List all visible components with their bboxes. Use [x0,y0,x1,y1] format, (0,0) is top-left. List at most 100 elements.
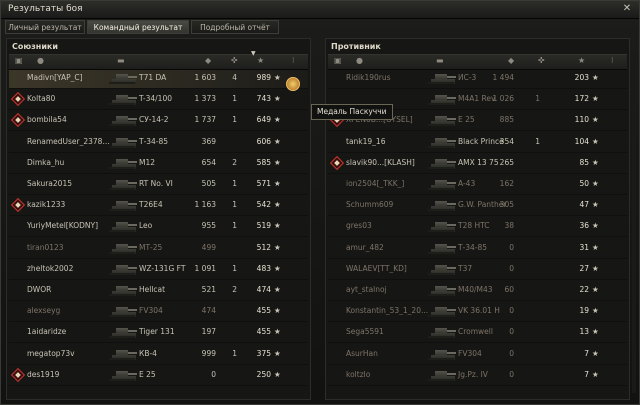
tab-detailed-report[interactable]: Подробный отчёт [191,20,279,34]
xp-star-icon: ★ [592,348,599,358]
xp-value: 483 [256,263,271,273]
xp-star-icon: ★ [274,73,281,82]
xp-value: 31 [579,242,589,252]
kills-value: 1 [232,263,237,273]
tab-personal-result[interactable]: Личный результат [5,20,85,34]
xp-star-icon: ★ [592,179,599,188]
damage-value: 1 163 [194,200,216,210]
squad-icon[interactable]: ▣ [15,56,23,65]
achievements-column-icon[interactable]: ⁝ [611,56,614,65]
xp-value: 203 [574,73,589,82]
player-row[interactable]: des1919 E 25 0 250 ★ [9,367,308,386]
tank-icon [105,220,137,234]
tank-icon [105,93,137,107]
player-row[interactable]: Konstantin_53_1_20... VK 36.01 H 0 19 ★ [328,303,627,323]
xp-star-icon: ★ [592,327,599,337]
player-row[interactable]: WALAEV[TT_KD] T37 0 27 ★ [328,261,627,280]
player-icon[interactable]: ● [356,56,363,65]
player-row[interactable]: Ridik190rus ИС-3 1 494 203 ★ [328,70,627,89]
player-row[interactable]: slavik90...[KLASH] AMX 13 75 265 85 ★ [328,155,627,174]
damage-value: 354 [499,136,514,146]
xp-column-icon[interactable]: ★ [257,56,264,65]
player-icon[interactable]: ● [37,56,44,65]
damage-column-icon[interactable]: ◆ [508,56,514,65]
enemies-title: Противник [331,42,381,51]
kills-value: 1 [232,200,237,210]
tank-icon [424,284,456,297]
xp-star-icon: ★ [274,369,281,379]
achievements-column-icon[interactable]: ⁝ [292,56,295,65]
xp-value: 649 [256,115,271,125]
xp-star-icon: ★ [592,285,599,294]
damage-value: 60 [504,285,514,294]
vehicle-name: E 25 [458,115,475,125]
tank-icon [424,93,456,107]
vehicle-type-icon[interactable]: ▬ [436,56,444,65]
damage-value: 38 [504,221,514,231]
player-row[interactable]: tank19_16 Black Prince 354 1 104 ★ [328,134,627,153]
player-row[interactable]: ayt_stalnoj M40/M43 60 22 ★ [328,282,627,301]
vehicle-type-icon[interactable]: ▬ [117,56,125,65]
xp-star-icon: ★ [592,369,599,379]
player-row[interactable]: DWOR Hellcat 521 2 474 ★ [9,282,308,301]
damage-column-icon[interactable]: ◆ [205,56,211,65]
player-row[interactable]: alexseyg FV304 474 455 ★ [9,303,308,323]
player-row[interactable]: Dimka_hu M12 654 2 585 ★ [9,155,308,174]
scrollbar[interactable] [632,53,636,393]
xp-star-icon: ★ [274,200,281,210]
player-row[interactable]: 1aidaridze Tiger 131 197 455 ★ [9,324,308,344]
pascucci-medal-icon[interactable] [286,77,300,91]
player-row[interactable]: Sakura2015 RT No. VI 505 1 571 ★ [9,176,308,195]
xp-value: 36 [579,221,589,231]
title-bar[interactable]: Результаты боя ✕ [1,1,639,19]
player-row[interactable]: YuriyMetel[KODNY] Leo 955 1 519 ★ [9,218,308,238]
medal-tooltip: Медаль Паскуччи [311,104,393,120]
player-row[interactable]: tiran0123 МТ-25 499 512 ★ [9,240,308,259]
damage-value: 654 [201,157,216,167]
xp-value: 455 [256,306,271,316]
sort-arrow-icon: ▼ [251,50,256,57]
xp-star-icon: ★ [592,115,599,125]
player-row[interactable]: kazik1233 T26E4 1 163 1 542 ★ [9,197,308,217]
player-name: ion2504[_TKK_] [346,179,405,188]
kills-column-icon[interactable]: ✜ [538,56,545,65]
player-row[interactable]: gres03 T28 HTC 38 36 ★ [328,218,627,238]
player-name: YuriyMetel[KODNY] [27,221,99,231]
close-icon[interactable]: ✕ [620,3,634,15]
xp-star-icon: ★ [274,242,281,252]
player-row[interactable]: zheltok2002 WZ-131G FT 1 091 1 483 ★ [9,261,308,280]
xp-value: 19 [579,306,589,316]
tank-icon [105,305,137,319]
player-row[interactable]: ion2504[_TKK_] A-43 162 50 ★ [328,176,627,195]
player-row[interactable]: koltzlo Jg.Pz. IV 0 7 ★ [328,367,627,386]
tank-icon [105,368,137,382]
player-row[interactable]: Sega5591 Cromwell 0 13 ★ [328,324,627,344]
player-row[interactable]: Schumm609 G.W. Panther 305 47 ★ [328,197,627,217]
squad-icon[interactable]: ▣ [334,56,342,65]
tab-team-result[interactable]: Командный результат [87,20,189,34]
player-row[interactable]: RenamedUser_2378... Т-34-85 369 606 ★ [9,134,308,153]
xp-value: 13 [579,327,589,337]
vehicle-name: A-43 [458,179,476,188]
player-row[interactable]: AsurHan FV304 0 7 ★ [328,346,627,365]
player-name: Sega5591 [346,327,384,337]
window-title: Результаты боя [8,4,83,14]
player-row[interactable]: megatop73v КВ-4 999 1 375 ★ [9,346,308,365]
tank-icon [424,178,456,191]
player-row[interactable]: bombila54 СУ-14-2 1 737 1 649 ★ [9,112,308,132]
tank-icon [424,326,456,340]
player-name: alexseyg [27,306,61,316]
player-name: bombila54 [27,115,67,125]
player-row[interactable]: amur_482 Т-34-85 0 31 ★ [328,240,627,259]
damage-value: 162 [499,179,514,188]
xp-star-icon: ★ [274,136,281,146]
kills-value: 1 [232,179,237,188]
tank-icon [105,241,137,255]
vehicle-name: T26E4 [139,200,163,210]
tank-icon [424,241,456,255]
player-name: Schumm609 [346,200,394,210]
player-row[interactable]: Madivn[YAP_C] T71 DA 1 603 4 989 ★ [9,70,308,89]
xp-column-icon[interactable]: ★ [578,56,585,65]
kills-column-icon[interactable]: ✜ [231,56,238,65]
player-row[interactable]: Kolta80 T-34/100 1 373 1 743 ★ [9,91,308,111]
